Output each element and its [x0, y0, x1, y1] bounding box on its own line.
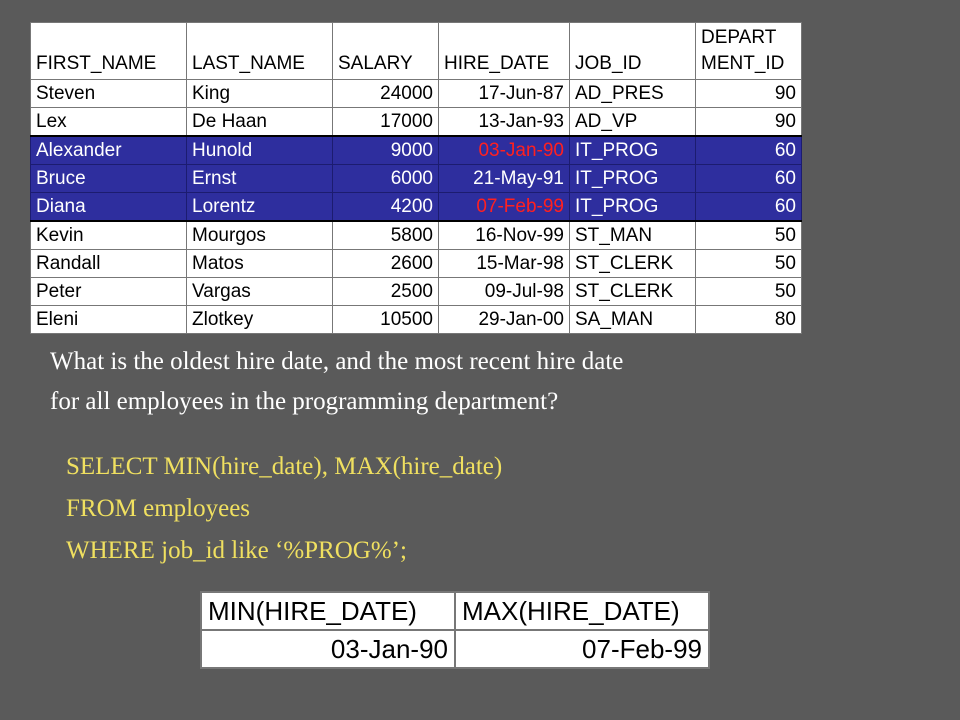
cell-department-id: 60 [695, 192, 802, 222]
cell-hire-date: 29-Jan-00 [438, 305, 570, 334]
cell-hire-date: 03-Jan-90 [438, 135, 570, 165]
cell-department-id: 90 [695, 107, 802, 137]
cell-last-name: Matos [186, 249, 333, 278]
cell-last-name: Vargas [186, 277, 333, 306]
col-department-id-line2: MENT_ID [701, 53, 785, 74]
cell-hire-date: 17-Jun-87 [438, 79, 570, 108]
employees-table: FIRST_NAME LAST_NAME SALARY HIRE_DATE JO… [30, 22, 802, 334]
col-first-name: FIRST_NAME [30, 22, 187, 80]
cell-salary: 2600 [332, 249, 439, 278]
cell-salary: 5800 [332, 220, 439, 250]
cell-job-id: ST_MAN [569, 220, 696, 250]
cell-job-id: IT_PROG [569, 164, 696, 193]
table-row: Randall Matos 2600 15-Mar-98 ST_CLERK 50 [30, 249, 802, 278]
table-row: Bruce Ernst 6000 21-May-91 IT_PROG 60 [30, 164, 802, 193]
cell-department-id: 60 [695, 164, 802, 193]
result-col-min: MIN(HIRE_DATE) [200, 591, 456, 631]
cell-salary: 24000 [332, 79, 439, 108]
table-row: Kevin Mourgos 5800 16-Nov-99 ST_MAN 50 [30, 220, 802, 250]
cell-department-id: 50 [695, 220, 802, 250]
table-row: Eleni Zlotkey 10500 29-Jan-00 SA_MAN 80 [30, 305, 802, 334]
cell-first-name: Alexander [30, 135, 187, 165]
question-text: What is the oldest hire date, and the mo… [50, 342, 810, 422]
col-department-id-line1: DEPART [701, 27, 777, 48]
cell-last-name: King [186, 79, 333, 108]
employees-header-row: FIRST_NAME LAST_NAME SALARY HIRE_DATE JO… [30, 22, 802, 80]
cell-department-id: 90 [695, 79, 802, 108]
cell-job-id: AD_VP [569, 107, 696, 137]
cell-last-name: Hunold [186, 135, 333, 165]
col-department-id: DEPART MENT_ID [695, 22, 802, 80]
result-header-row: MIN(HIRE_DATE) MAX(HIRE_DATE) [200, 591, 710, 631]
cell-job-id: ST_CLERK [569, 277, 696, 306]
cell-first-name: Peter [30, 277, 187, 306]
cell-salary: 4200 [332, 192, 439, 222]
table-row: Peter Vargas 2500 09-Jul-98 ST_CLERK 50 [30, 277, 802, 306]
cell-salary: 2500 [332, 277, 439, 306]
col-hire-date: HIRE_DATE [438, 22, 570, 80]
table-row: Diana Lorentz 4200 07-Feb-99 IT_PROG 60 [30, 192, 802, 222]
cell-job-id: ST_CLERK [569, 249, 696, 278]
cell-hire-date: 16-Nov-99 [438, 220, 570, 250]
cell-last-name: Lorentz [186, 192, 333, 222]
cell-job-id: SA_MAN [569, 305, 696, 334]
cell-job-id: IT_PROG [569, 135, 696, 165]
cell-department-id: 50 [695, 249, 802, 278]
sql-query: SELECT MIN(hire_date), MAX(hire_date) FR… [66, 446, 502, 572]
sql-line-1: SELECT MIN(hire_date), MAX(hire_date) [66, 453, 503, 480]
question-line-1: What is the oldest hire date, and the mo… [50, 348, 624, 375]
cell-salary: 6000 [332, 164, 439, 193]
cell-hire-date: 21-May-91 [438, 164, 570, 193]
cell-last-name: Ernst [186, 164, 333, 193]
cell-job-id: AD_PRES [569, 79, 696, 108]
col-last-name: LAST_NAME [186, 22, 333, 80]
result-max-value: 07-Feb-99 [454, 629, 710, 669]
cell-hire-date: 13-Jan-93 [438, 107, 570, 137]
cell-salary: 17000 [332, 107, 439, 137]
cell-first-name: Randall [30, 249, 187, 278]
cell-salary: 10500 [332, 305, 439, 334]
cell-job-id: IT_PROG [569, 192, 696, 222]
result-table: MIN(HIRE_DATE) MAX(HIRE_DATE) 03-Jan-90 … [200, 591, 710, 669]
result-col-max: MAX(HIRE_DATE) [454, 591, 710, 631]
cell-department-id: 80 [695, 305, 802, 334]
cell-salary: 9000 [332, 135, 439, 165]
sql-line-2: FROM employees [66, 495, 251, 522]
cell-first-name: Diana [30, 192, 187, 222]
result-value-row: 03-Jan-90 07-Feb-99 [200, 629, 710, 669]
sql-line-3: WHERE job_id like ‘%PROG%’; [66, 537, 407, 564]
cell-department-id: 60 [695, 135, 802, 165]
cell-hire-date: 15-Mar-98 [438, 249, 570, 278]
question-line-2: for all employees in the programming dep… [50, 388, 559, 415]
table-row: Steven King 24000 17-Jun-87 AD_PRES 90 [30, 79, 802, 108]
cell-last-name: Mourgos [186, 220, 333, 250]
cell-last-name: Zlotkey [186, 305, 333, 334]
col-salary: SALARY [332, 22, 439, 80]
table-row: Alexander Hunold 9000 03-Jan-90 IT_PROG 60 [30, 135, 802, 165]
cell-first-name: Eleni [30, 305, 187, 334]
table-row: Lex De Haan 17000 13-Jan-93 AD_VP 90 [30, 107, 802, 137]
cell-first-name: Lex [30, 107, 187, 137]
cell-hire-date: 09-Jul-98 [438, 277, 570, 306]
cell-first-name: Bruce [30, 164, 187, 193]
cell-department-id: 50 [695, 277, 802, 306]
cell-hire-date: 07-Feb-99 [438, 192, 570, 222]
cell-first-name: Kevin [30, 220, 187, 250]
result-min-value: 03-Jan-90 [200, 629, 456, 669]
cell-first-name: Steven [30, 79, 187, 108]
cell-last-name: De Haan [186, 107, 333, 137]
col-job-id: JOB_ID [569, 22, 696, 80]
